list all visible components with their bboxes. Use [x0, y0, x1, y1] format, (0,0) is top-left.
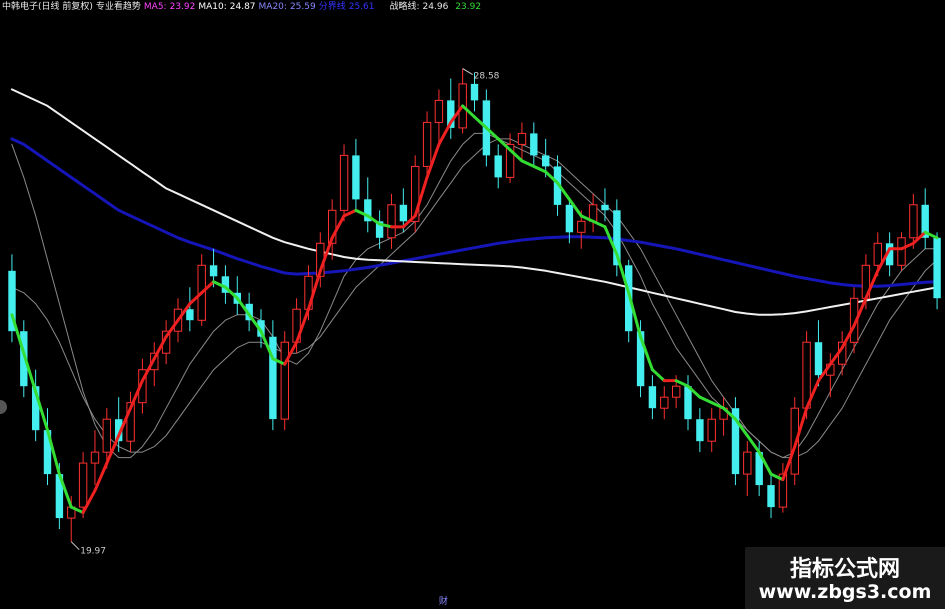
watermark-badge: 指标公式网 www.zbgs3.com [745, 547, 945, 609]
ma20-value: 25.59 [289, 2, 316, 12]
boundary-label: 分界线 [318, 2, 346, 12]
candle-down [601, 204, 609, 211]
strategy-line-label: 战略线: [389, 2, 420, 12]
candle-down [684, 386, 692, 420]
trend-segment [674, 379, 690, 388]
trend-segment [591, 219, 607, 229]
candle-up [434, 99, 444, 123]
ma10-label: MA10: [198, 2, 227, 12]
candle-up [387, 204, 396, 239]
candle-down [399, 204, 408, 222]
high-pointer [462, 68, 473, 75]
boundary-value: 25.61 [348, 2, 375, 12]
trend-segment [532, 164, 548, 174]
candle-down [494, 155, 502, 178]
high-price-label: 28.58 [474, 72, 500, 82]
candle-up [802, 341, 811, 409]
watermark-url: www.zbgs3.com [758, 581, 932, 603]
candle-up [78, 462, 88, 508]
candle-down [648, 386, 657, 409]
candle-down [767, 485, 775, 508]
last-value: 23.92 [455, 2, 482, 12]
candle-up [517, 132, 527, 145]
candle-down [186, 309, 194, 321]
ma5-label: MA5: [143, 2, 167, 12]
candle-down [470, 83, 479, 101]
strategy-line-value: 24.96 [422, 2, 449, 12]
chart-canvas[interactable]: 28.58 19.97 财 中韩电子(日线 前复权) 专业看趋势 MA5: 23.9… [0, 0, 945, 609]
candle-down [696, 419, 704, 442]
candle-down [542, 155, 550, 167]
candle-up [897, 237, 906, 266]
indicator-name: 专业看趋势 [95, 2, 141, 12]
candlestick-chart[interactable]: 28.58 19.97 财 [0, 0, 945, 609]
candle-down [530, 133, 538, 156]
candle-up [90, 451, 100, 464]
candle-up [660, 396, 669, 409]
candle-up [707, 418, 716, 442]
trend-segment [520, 159, 536, 168]
candle-up [280, 341, 290, 420]
trend-segment [93, 461, 109, 493]
low-price-label: 19.97 [80, 547, 106, 557]
candle-up [672, 385, 681, 398]
ma-white-line [10, 88, 939, 316]
indicator-header: 中韩电子(日线 前复权) 专业看趋势 MA5: 23.92 MA10: 24.8… [2, 0, 481, 14]
candle-down [352, 155, 360, 200]
watermark-title: 指标公式网 [789, 557, 900, 582]
trend-segment [710, 401, 726, 410]
bottom-event-marker: 财 [439, 595, 448, 607]
candle-down [209, 265, 218, 277]
candle-down [814, 342, 823, 376]
ma20-label: MA20: [258, 2, 287, 12]
ma5-value: 23.92 [169, 2, 196, 12]
low-pointer [70, 541, 80, 551]
candle-up [422, 121, 432, 167]
trend-segment [698, 395, 714, 405]
candle-up [102, 418, 111, 453]
candle-up [743, 451, 752, 475]
candle-up [873, 242, 882, 266]
candle-up [339, 154, 349, 211]
trend-segment [745, 434, 761, 454]
candle-up [577, 220, 586, 233]
trend-segment [437, 120, 453, 146]
trend-segment [342, 208, 358, 218]
candle-down [933, 237, 941, 299]
stock-title: 中韩电子(日线 前复权) [2, 2, 93, 12]
candle-up [909, 204, 918, 239]
ma10-value: 24.87 [229, 2, 256, 12]
trend-segment [650, 368, 666, 383]
candle-down [565, 204, 574, 233]
